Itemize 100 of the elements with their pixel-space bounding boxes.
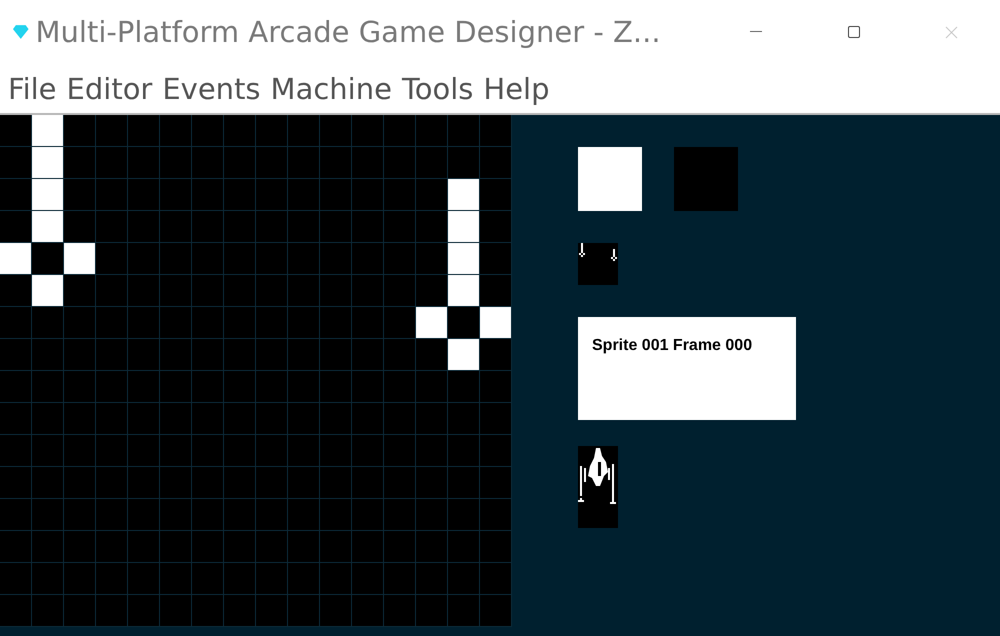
pixel-cell[interactable] [352, 563, 383, 594]
color-swatch[interactable] [578, 147, 642, 211]
pixel-cell[interactable] [352, 275, 383, 306]
pixel-cell[interactable] [64, 467, 95, 498]
pixel-cell[interactable] [160, 179, 191, 210]
pixel-cell[interactable] [160, 595, 191, 626]
pixel-cell[interactable] [32, 499, 63, 530]
pixel-cell[interactable] [64, 499, 95, 530]
pixel-cell[interactable] [448, 275, 479, 306]
pixel-cell[interactable] [480, 531, 511, 562]
pixel-cell[interactable] [480, 179, 511, 210]
pixel-cell[interactable] [256, 371, 287, 402]
pixel-cell[interactable] [288, 211, 319, 242]
pixel-cell[interactable] [96, 403, 127, 434]
pixel-cell[interactable] [160, 499, 191, 530]
pixel-cell[interactable] [192, 243, 223, 274]
pixel-cell[interactable] [352, 339, 383, 370]
pixel-cell[interactable] [32, 531, 63, 562]
pixel-cell[interactable] [32, 147, 63, 178]
pixel-cell[interactable] [448, 339, 479, 370]
pixel-cell[interactable] [64, 403, 95, 434]
pixel-cell[interactable] [352, 371, 383, 402]
pixel-cell[interactable] [160, 211, 191, 242]
pixel-cell[interactable] [448, 115, 479, 146]
pixel-cell[interactable] [384, 467, 415, 498]
pixel-cell[interactable] [0, 403, 31, 434]
pixel-cell[interactable] [32, 403, 63, 434]
pixel-cell[interactable] [192, 307, 223, 338]
pixel-cell[interactable] [448, 371, 479, 402]
pixel-cell[interactable] [128, 403, 159, 434]
pixel-cell[interactable] [96, 563, 127, 594]
pixel-cell[interactable] [224, 499, 255, 530]
pixel-cell[interactable] [256, 339, 287, 370]
pixel-cell[interactable] [96, 371, 127, 402]
pixel-cell[interactable] [32, 563, 63, 594]
pixel-cell[interactable] [32, 243, 63, 274]
pixel-cell[interactable] [416, 595, 447, 626]
pixel-cell[interactable] [416, 115, 447, 146]
pixel-cell[interactable] [32, 179, 63, 210]
pixel-cell[interactable] [96, 115, 127, 146]
pixel-cell[interactable] [0, 531, 31, 562]
pixel-cell[interactable] [192, 179, 223, 210]
pixel-cell[interactable] [256, 467, 287, 498]
pixel-cell[interactable] [384, 403, 415, 434]
pixel-cell[interactable] [288, 275, 319, 306]
pixel-cell[interactable] [128, 595, 159, 626]
pixel-cell[interactable] [480, 563, 511, 594]
pixel-cell[interactable] [128, 339, 159, 370]
pixel-cell[interactable] [480, 243, 511, 274]
pixel-cell[interactable] [128, 243, 159, 274]
pixel-cell[interactable] [64, 115, 95, 146]
pixel-cell[interactable] [192, 499, 223, 530]
pixel-cell[interactable] [448, 147, 479, 178]
pixel-cell[interactable] [96, 435, 127, 466]
pixel-cell[interactable] [160, 307, 191, 338]
pixel-cell[interactable] [64, 275, 95, 306]
pixel-cell[interactable] [320, 563, 351, 594]
pixel-cell[interactable] [160, 403, 191, 434]
pixel-cell[interactable] [448, 595, 479, 626]
pixel-cell[interactable] [480, 211, 511, 242]
pixel-cell[interactable] [384, 243, 415, 274]
pixel-cell[interactable] [416, 371, 447, 402]
menu-item[interactable]: Editor [62, 72, 156, 106]
pixel-cell[interactable] [192, 467, 223, 498]
pixel-cell[interactable] [0, 499, 31, 530]
pixel-cell[interactable] [160, 467, 191, 498]
pixel-cell[interactable] [448, 243, 479, 274]
pixel-cell[interactable] [416, 147, 447, 178]
pixel-cell[interactable] [320, 243, 351, 274]
pixel-cell[interactable] [288, 563, 319, 594]
pixel-cell[interactable] [96, 531, 127, 562]
pixel-cell[interactable] [320, 179, 351, 210]
pixel-cell[interactable] [448, 211, 479, 242]
pixel-cell[interactable] [224, 179, 255, 210]
pixel-cell[interactable] [128, 179, 159, 210]
pixel-cell[interactable] [0, 243, 31, 274]
pixel-cell[interactable] [224, 403, 255, 434]
pixel-cell[interactable] [480, 307, 511, 338]
pixel-cell[interactable] [448, 499, 479, 530]
pixel-cell[interactable] [416, 211, 447, 242]
pixel-cell[interactable] [384, 211, 415, 242]
pixel-cell[interactable] [128, 467, 159, 498]
pixel-cell[interactable] [224, 371, 255, 402]
pixel-cell[interactable] [96, 243, 127, 274]
pixel-cell[interactable] [480, 499, 511, 530]
pixel-cell[interactable] [192, 115, 223, 146]
pixel-cell[interactable] [192, 435, 223, 466]
pixel-cell[interactable] [128, 211, 159, 242]
pixel-cell[interactable] [224, 275, 255, 306]
pixel-cell[interactable] [352, 435, 383, 466]
pixel-cell[interactable] [384, 371, 415, 402]
pixel-cell[interactable] [256, 275, 287, 306]
pixel-cell[interactable] [256, 435, 287, 466]
pixel-cell[interactable] [384, 595, 415, 626]
pixel-cell[interactable] [192, 211, 223, 242]
pixel-cell[interactable] [64, 147, 95, 178]
pixel-cell[interactable] [480, 339, 511, 370]
pixel-cell[interactable] [384, 531, 415, 562]
pixel-cell[interactable] [448, 467, 479, 498]
pixel-cell[interactable] [480, 403, 511, 434]
